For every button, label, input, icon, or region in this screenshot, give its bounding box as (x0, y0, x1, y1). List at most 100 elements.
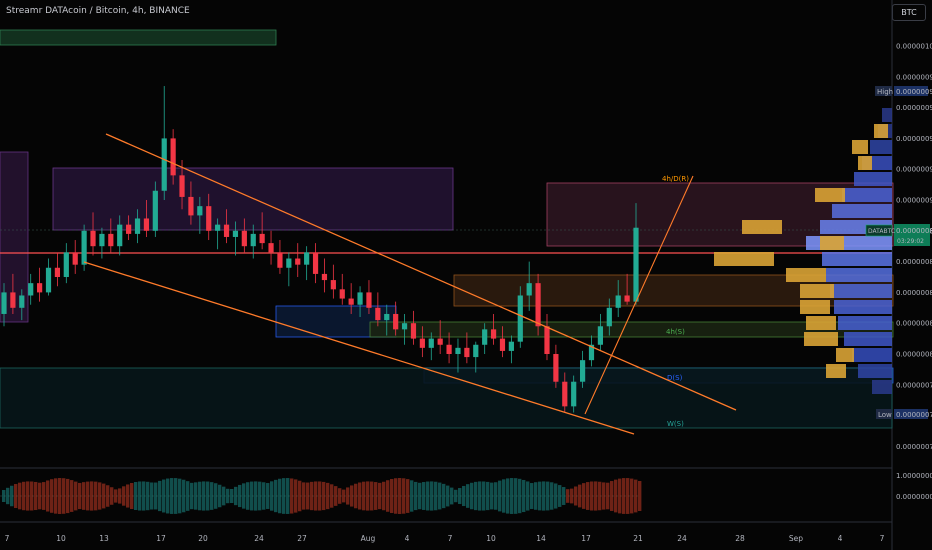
price-tick-8: 0.00000084 (896, 289, 932, 297)
candle-body (482, 329, 488, 345)
volume-bar-gold-8 (800, 284, 834, 298)
volume-bar-16 (858, 364, 892, 378)
osc-bar (358, 482, 362, 510)
candle-body (54, 267, 61, 277)
candle (63, 243, 69, 284)
candle-body (277, 252, 283, 268)
osc-bar (634, 479, 638, 513)
osc-bar (182, 479, 186, 513)
osc-bar (110, 487, 114, 505)
candle-body (143, 218, 150, 231)
osc-bar (410, 480, 414, 512)
osc-bar (150, 482, 154, 510)
candle-body (232, 230, 239, 237)
osc-bar (334, 486, 338, 506)
candle-body (45, 267, 52, 293)
osc-bar (450, 487, 454, 505)
osc-bar (154, 482, 158, 510)
candle (295, 243, 301, 277)
candle-body (286, 258, 292, 268)
osc-bar (66, 478, 70, 514)
osc-bar (538, 481, 542, 511)
osc-bar (86, 481, 90, 511)
osc-bar (458, 488, 462, 504)
osc-bar (502, 479, 506, 513)
candle (37, 267, 43, 302)
osc-bar (158, 480, 162, 512)
osc-bar (318, 481, 322, 511)
volume-bar-gold-5 (820, 236, 844, 250)
osc-bar (178, 478, 182, 514)
candle-body (348, 298, 354, 305)
osc-bar (514, 478, 518, 514)
osc-bar (518, 478, 522, 514)
osc-bar (522, 479, 526, 513)
volume-bar-4 (854, 172, 892, 186)
osc-bar (90, 481, 94, 511)
osc-bar (630, 478, 634, 514)
candle-body (19, 295, 25, 308)
candle-body (312, 252, 319, 274)
osc-bar (46, 480, 50, 512)
osc-bar (298, 480, 302, 512)
volume-bar-gold-1 (852, 140, 868, 154)
osc-bar (238, 484, 242, 508)
candle-body (508, 341, 514, 351)
osc-bar (198, 481, 202, 511)
candle-body (37, 283, 43, 293)
osc-bar (578, 484, 582, 508)
volume-bar-gold-11 (804, 332, 838, 346)
candle-body (473, 344, 479, 358)
candle-body (152, 190, 158, 231)
osc-bar (414, 481, 418, 511)
osc-bar (186, 481, 190, 511)
osc-bar (18, 482, 22, 510)
time-tick-5: 24 (254, 534, 264, 543)
volume-bar-6 (832, 204, 892, 218)
volume-bar-2 (870, 140, 892, 154)
osc-bar (394, 478, 398, 514)
candle-body (419, 338, 425, 348)
osc-bar (278, 478, 282, 514)
osc-bar (74, 481, 78, 511)
osc-bar (78, 482, 82, 510)
osc-bar (374, 482, 378, 510)
time-tick-7: Aug (361, 534, 376, 543)
candle (45, 258, 52, 296)
candle-body (571, 381, 577, 407)
osc-bar (322, 481, 326, 511)
osc-bar (258, 481, 262, 511)
osc-bar (142, 481, 146, 511)
osc-bar (22, 481, 26, 511)
price-tick-12: 0.00000074 (896, 443, 932, 451)
osc-bar (194, 482, 198, 510)
time-tick-0: 7 (5, 534, 10, 543)
osc-bar (254, 481, 258, 511)
time-tick-9: 7 (448, 534, 453, 543)
candle-body (90, 230, 96, 247)
volume-bar-0 (882, 108, 892, 122)
candle (597, 313, 603, 351)
price-tick-7: 0.00000086 (896, 258, 932, 266)
candle-body (499, 338, 506, 351)
volume-bar-15 (852, 348, 892, 362)
osc-bar (282, 478, 286, 514)
osc-bar (478, 481, 482, 511)
price-tick-10: 0.00000080 (896, 351, 932, 359)
volume-bar-5 (842, 188, 892, 202)
osc-bar (446, 485, 450, 507)
candle-body (615, 295, 621, 308)
osc-bar (102, 483, 106, 509)
osc-bar (506, 478, 510, 514)
price-chart[interactable]: 4h/D(R) 4h(S) D(S) W(S) 0.000001000.0000… (0, 0, 932, 550)
osc-bar (614, 479, 618, 513)
candle-body (535, 283, 541, 327)
candle-body (197, 206, 203, 216)
candle-body (526, 283, 532, 296)
price-tick-0: 0.00000100 (896, 43, 932, 51)
osc-bar (626, 478, 630, 514)
candle-body (464, 347, 470, 358)
candle-body (597, 326, 603, 345)
osc-bar (94, 481, 98, 511)
time-tick-12: 17 (581, 534, 591, 543)
